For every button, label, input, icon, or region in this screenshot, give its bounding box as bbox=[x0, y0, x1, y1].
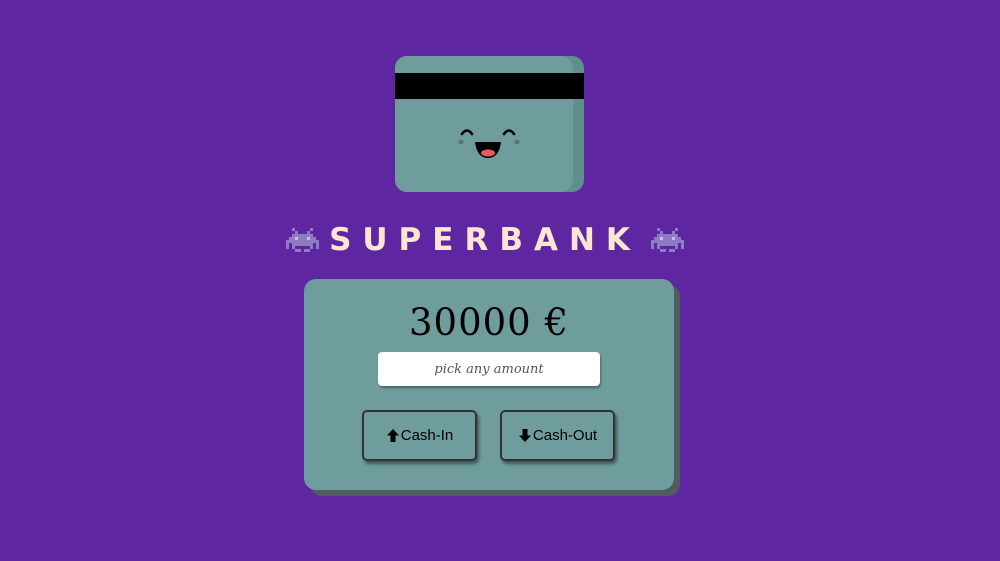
happy-credit-card-icon bbox=[395, 56, 584, 192]
card-magnetic-stripe bbox=[395, 73, 584, 99]
balance-currency: € bbox=[544, 301, 569, 344]
cash-out-label: Cash-Out bbox=[532, 427, 598, 444]
page-title: SUPERBANK bbox=[0, 218, 970, 262]
amount-input[interactable] bbox=[378, 352, 600, 386]
balance-amount: 30000 bbox=[408, 301, 532, 344]
balance-display: 30000 € bbox=[304, 301, 674, 344]
down-arrow-icon bbox=[518, 429, 531, 442]
up-arrow-icon bbox=[386, 429, 399, 442]
smiley-face-icon bbox=[458, 129, 520, 158]
cash-out-button[interactable]: Cash-Out bbox=[500, 410, 615, 461]
app-root: SUPERBANK 30000 € pick any amount Cash-I… bbox=[0, 0, 1000, 561]
space-invader-icon bbox=[286, 228, 320, 252]
cash-in-button[interactable]: Cash-In bbox=[362, 410, 477, 461]
space-invader-icon bbox=[650, 228, 684, 252]
cash-in-label: Cash-In bbox=[400, 427, 454, 444]
bank-panel: 30000 € Cash-In Cash-Out bbox=[304, 279, 674, 490]
app-title: SUPERBANK bbox=[329, 222, 641, 258]
